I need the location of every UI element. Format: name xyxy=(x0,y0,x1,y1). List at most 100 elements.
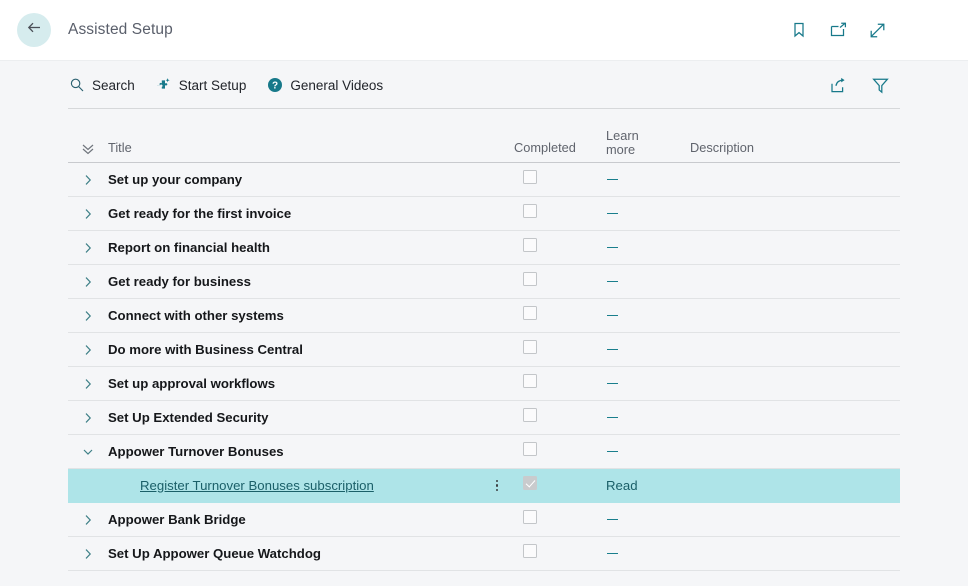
chevron-down-icon[interactable] xyxy=(80,444,96,460)
column-header-title[interactable]: Title xyxy=(108,139,480,157)
column-header-completed[interactable]: Completed xyxy=(514,139,606,157)
completed-checkbox[interactable] xyxy=(523,476,537,490)
chevron-right-icon[interactable] xyxy=(80,240,96,256)
learn-more-link[interactable]: Read xyxy=(606,478,638,493)
table-row[interactable]: Get ready for the first invoice xyxy=(68,197,900,231)
toolbar-right-actions xyxy=(825,72,893,98)
row-learn-more-cell xyxy=(606,443,690,461)
search-label: Search xyxy=(92,78,135,93)
row-title-cell: Appower Bank Bridge xyxy=(108,511,480,529)
row-learn-more-cell: Read xyxy=(606,477,690,495)
table-row[interactable]: Get ready for business xyxy=(68,265,900,299)
completed-checkbox[interactable] xyxy=(523,306,537,320)
table-row[interactable]: Set Up Extended Security xyxy=(68,401,900,435)
row-expand-cell xyxy=(68,512,108,528)
row-title-label: Do more with Business Central xyxy=(108,342,303,357)
row-completed-cell xyxy=(514,238,606,257)
table-row[interactable]: Set up approval workflows xyxy=(68,367,900,401)
collapse-all-button[interactable] xyxy=(68,141,108,157)
double-chevron-down-icon xyxy=(80,141,96,157)
chevron-right-icon[interactable] xyxy=(80,172,96,188)
table-row[interactable]: Register Turnover Bonuses subscription Re… xyxy=(68,469,900,503)
open-in-new-window-icon[interactable] xyxy=(825,17,851,43)
table-row[interactable]: Appower Bank Bridge xyxy=(68,503,900,537)
learn-more-empty-link[interactable] xyxy=(607,383,618,384)
row-learn-more-cell xyxy=(606,375,690,393)
completed-checkbox[interactable] xyxy=(523,442,537,456)
chevron-right-icon[interactable] xyxy=(80,512,96,528)
column-header-learn-more-line1: Learn xyxy=(606,129,652,143)
row-expand-cell xyxy=(68,308,108,324)
row-title-link[interactable]: Register Turnover Bonuses subscription xyxy=(108,478,374,493)
learn-more-empty-link[interactable] xyxy=(607,451,618,452)
learn-more-empty-link[interactable] xyxy=(607,553,618,554)
table-row[interactable]: Connect with other systems xyxy=(68,299,900,333)
learn-more-empty-link[interactable] xyxy=(607,247,618,248)
search-button[interactable]: Search xyxy=(68,77,135,94)
expand-icon[interactable] xyxy=(864,17,890,43)
chevron-right-icon[interactable] xyxy=(80,206,96,222)
learn-more-empty-link[interactable] xyxy=(607,417,618,418)
column-header-title-label: Title xyxy=(108,140,132,155)
column-header-learn-more[interactable]: Learn more xyxy=(606,129,690,157)
back-button[interactable] xyxy=(17,13,51,47)
learn-more-empty-link[interactable] xyxy=(607,519,618,520)
row-learn-more-cell xyxy=(606,307,690,325)
help-circle-icon: ? xyxy=(266,77,283,94)
general-videos-button[interactable]: ? General Videos xyxy=(266,77,383,94)
completed-checkbox[interactable] xyxy=(523,340,537,354)
page-title: Assisted Setup xyxy=(68,21,173,39)
table-row[interactable]: Set Up Appower Queue Watchdog xyxy=(68,537,900,571)
learn-more-empty-link[interactable] xyxy=(607,315,618,316)
table-row[interactable]: Report on financial health xyxy=(68,231,900,265)
row-learn-more-cell xyxy=(606,545,690,563)
table-row[interactable]: Appower Turnover Bonuses xyxy=(68,435,900,469)
chevron-right-icon[interactable] xyxy=(80,376,96,392)
table-row[interactable]: Do more with Business Central xyxy=(68,333,900,367)
row-menu-cell xyxy=(480,480,514,492)
chevron-right-icon[interactable] xyxy=(80,274,96,290)
start-setup-icon xyxy=(155,77,172,94)
row-learn-more-cell xyxy=(606,273,690,291)
row-expand-cell xyxy=(68,342,108,358)
row-expand-cell xyxy=(68,410,108,426)
more-options-icon[interactable] xyxy=(496,480,499,492)
row-completed-cell xyxy=(514,544,606,563)
row-title-cell: Get ready for the first invoice xyxy=(108,205,480,223)
chevron-right-icon[interactable] xyxy=(80,546,96,562)
learn-more-empty-link[interactable] xyxy=(607,213,618,214)
completed-checkbox[interactable] xyxy=(523,272,537,286)
row-title-cell: Do more with Business Central xyxy=(108,341,480,359)
completed-checkbox[interactable] xyxy=(523,170,537,184)
general-videos-label: General Videos xyxy=(290,78,383,93)
start-setup-button[interactable]: Start Setup xyxy=(155,77,247,94)
bookmark-icon[interactable] xyxy=(786,17,812,43)
completed-checkbox[interactable] xyxy=(523,544,537,558)
row-title-cell: Register Turnover Bonuses subscription xyxy=(108,477,480,495)
row-expand-cell xyxy=(68,172,108,188)
learn-more-empty-link[interactable] xyxy=(607,349,618,350)
row-expand-cell xyxy=(68,546,108,562)
row-learn-more-cell xyxy=(606,511,690,529)
completed-checkbox[interactable] xyxy=(523,204,537,218)
learn-more-empty-link[interactable] xyxy=(607,179,618,180)
share-icon[interactable] xyxy=(825,72,851,98)
completed-checkbox[interactable] xyxy=(523,374,537,388)
filter-icon[interactable] xyxy=(867,72,893,98)
chevron-right-icon[interactable] xyxy=(80,308,96,324)
column-header-completed-label: Completed xyxy=(514,140,576,155)
completed-checkbox[interactable] xyxy=(523,510,537,524)
row-learn-more-cell xyxy=(606,239,690,257)
row-title-label: Set Up Extended Security xyxy=(108,410,269,425)
learn-more-empty-link[interactable] xyxy=(607,281,618,282)
toolbar-commands: Search Start Setup ? General Videos xyxy=(68,77,383,94)
completed-checkbox[interactable] xyxy=(523,408,537,422)
row-completed-cell xyxy=(514,340,606,359)
chevron-right-icon[interactable] xyxy=(80,410,96,426)
completed-checkbox[interactable] xyxy=(523,238,537,252)
search-icon xyxy=(68,77,85,94)
row-title-cell: Set Up Appower Queue Watchdog xyxy=(108,545,480,563)
chevron-right-icon[interactable] xyxy=(80,342,96,358)
column-header-description[interactable]: Description xyxy=(690,139,900,157)
table-row[interactable]: Set up your company xyxy=(68,163,900,197)
